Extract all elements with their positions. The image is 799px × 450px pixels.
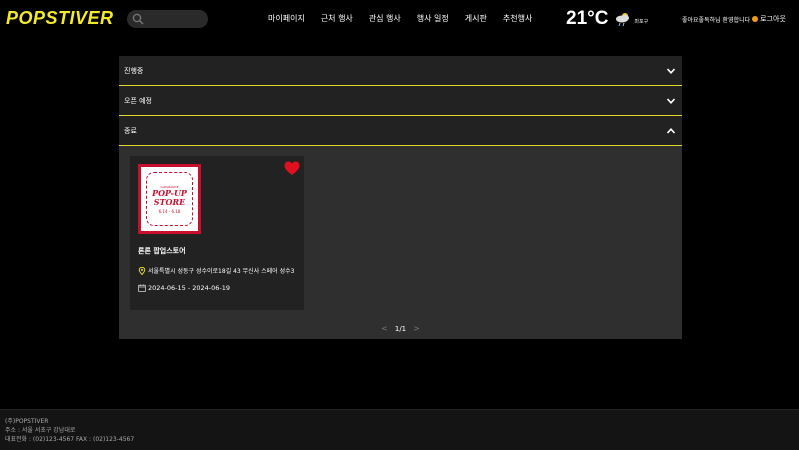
footer-info: (주)POPSTIVER 주소 : 서울 서초구 강남대로 대표전화 : (02…	[5, 417, 134, 444]
location-label: 마포구	[634, 18, 649, 25]
chevron-up-icon	[666, 128, 676, 134]
footer-company: (주)POPSTIVER	[5, 418, 49, 425]
main-nav: 마이페이지 근처 행사 관심 행사 행사 일정 게시판 추천행사	[268, 13, 548, 24]
cloud-rain-icon	[616, 13, 630, 27]
avatar	[752, 16, 759, 22]
accordion-upcoming[interactable]: 오픈 예정	[119, 86, 682, 116]
logo[interactable]: POPSTIVER	[6, 8, 114, 29]
welcome-text: 좋아요좋독하님 환영합니다	[682, 16, 751, 24]
accordion-label: 오픈 예정	[124, 97, 152, 105]
nav-mypage[interactable]: 마이페이지	[268, 13, 305, 24]
accordion-label: 종료	[124, 127, 137, 135]
footer-phone: 대표전화 : (02)123-4567 FAX : (02)123-4567	[5, 436, 135, 443]
event-title[interactable]: 론론 팝업스토어	[138, 246, 186, 256]
event-card[interactable]: CLEARANCE POP-UP STORE 6.14 - 6.18 론론 팝업…	[130, 156, 304, 310]
event-status-panel: 진행중 오픈 예정 종료 CLEARANCE POP-UP STORE 6.14…	[119, 56, 682, 339]
search-icon	[132, 13, 144, 25]
event-poster[interactable]: CLEARANCE POP-UP STORE 6.14 - 6.18	[138, 164, 201, 234]
nav-event-schedule[interactable]: 행사 일정	[417, 13, 449, 24]
pagination: < 1/1 >	[119, 324, 682, 333]
event-dates: 2024-06-15 - 2024-06-19	[138, 284, 230, 292]
site-footer: (주)POPSTIVER 주소 : 서울 서초구 강남대로 대표전화 : (02…	[0, 409, 799, 450]
nav-recommended[interactable]: 추천행사	[503, 13, 532, 24]
ended-events-content: CLEARANCE POP-UP STORE 6.14 - 6.18 론론 팝업…	[119, 146, 682, 339]
user-area: 좋아요좋독하님 환영합니다 로그아웃	[682, 14, 786, 24]
chevron-down-icon	[666, 68, 676, 74]
poster-date: 6.14 - 6.18	[158, 208, 181, 214]
calendar-icon	[138, 284, 146, 292]
poster-frame: CLEARANCE POP-UP STORE 6.14 - 6.18	[146, 172, 193, 226]
location-pin-icon	[138, 266, 146, 275]
footer-address: 주소 : 서울 서초구 강남대로	[5, 427, 76, 434]
pagination-next-button[interactable]: >	[413, 324, 420, 333]
nav-board[interactable]: 게시판	[465, 13, 487, 24]
pagination-label: 1/1	[394, 324, 407, 333]
poster-title-line2: STORE	[153, 196, 186, 207]
weather-widget: 21°C 마포구	[566, 6, 648, 32]
nav-interest-events[interactable]: 관심 행사	[369, 13, 401, 24]
event-address-text: 서울특별시 성동구 성수이로18길 43 무신사 스페어 성수3	[148, 268, 295, 275]
event-address: 서울특별시 성동구 성수이로18길 43 무신사 스페어 성수3	[138, 266, 294, 275]
accordion-ongoing[interactable]: 진행중	[119, 56, 682, 86]
chevron-down-icon	[666, 98, 676, 104]
heart-icon[interactable]	[284, 161, 300, 176]
accordion-ended[interactable]: 종료	[119, 116, 682, 146]
pagination-prev-button[interactable]: <	[381, 324, 388, 333]
event-dates-text: 2024-06-15 - 2024-06-19	[148, 284, 231, 292]
top-header: POPSTIVER 마이페이지 근처 행사 관심 행사 행사 일정 게시판 추천…	[0, 0, 799, 38]
logout-button[interactable]: 로그아웃	[760, 14, 786, 24]
search-input[interactable]	[127, 10, 208, 28]
accordion-label: 진행중	[124, 67, 144, 75]
nav-nearby-events[interactable]: 근처 행사	[321, 13, 353, 24]
temperature: 21°C	[566, 8, 609, 29]
